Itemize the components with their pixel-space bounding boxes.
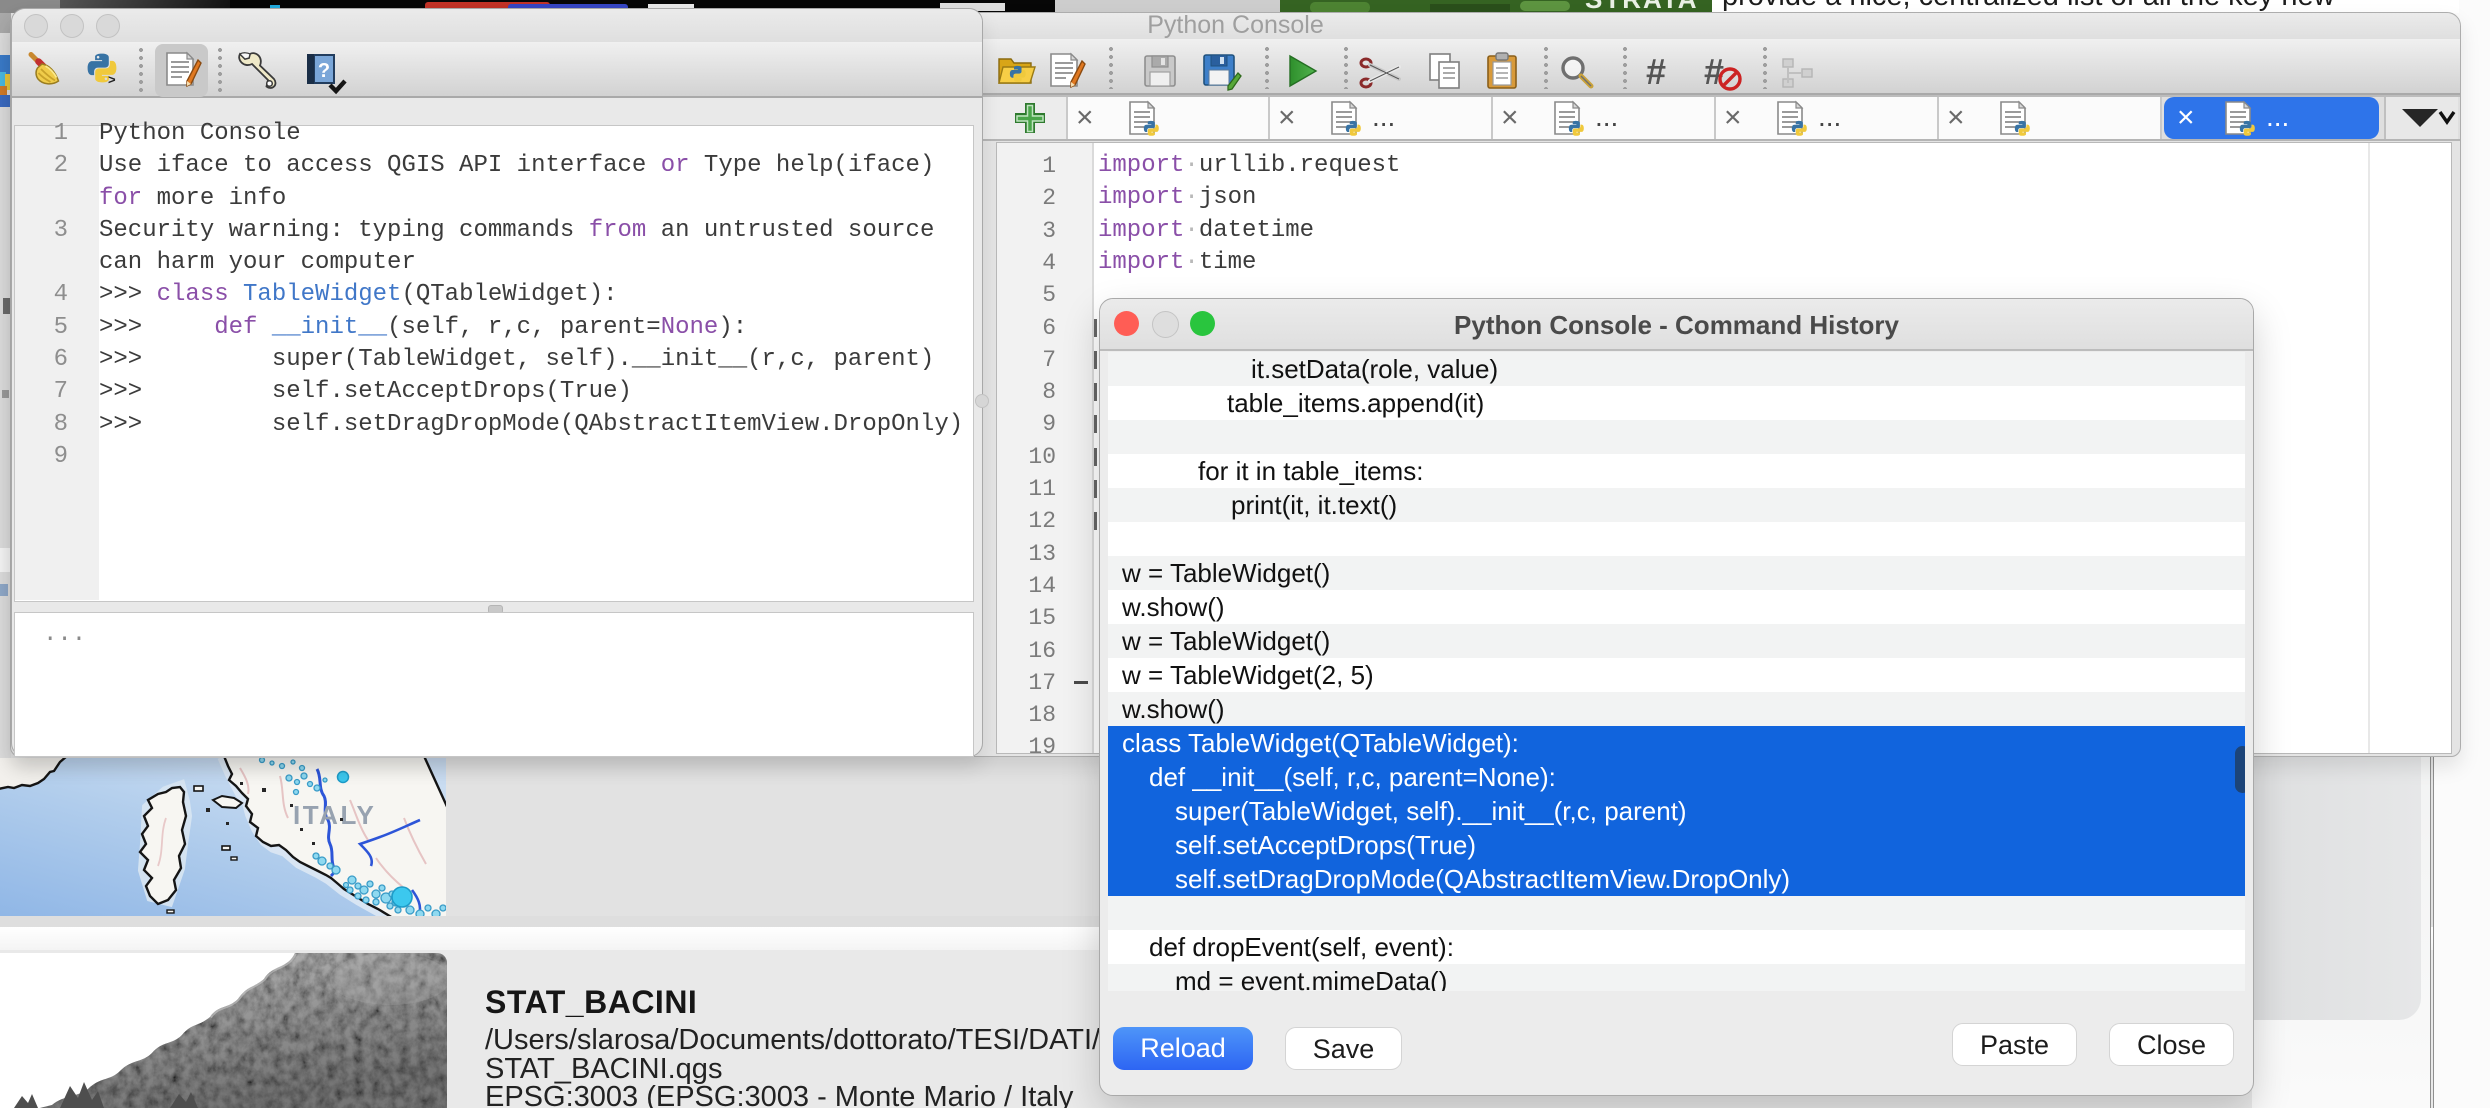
- svg-text:#: #: [1646, 53, 1666, 92]
- svg-text:ITALY: ITALY: [293, 800, 376, 830]
- svg-text:?: ?: [318, 60, 330, 82]
- svg-text:>: >: [108, 72, 116, 86]
